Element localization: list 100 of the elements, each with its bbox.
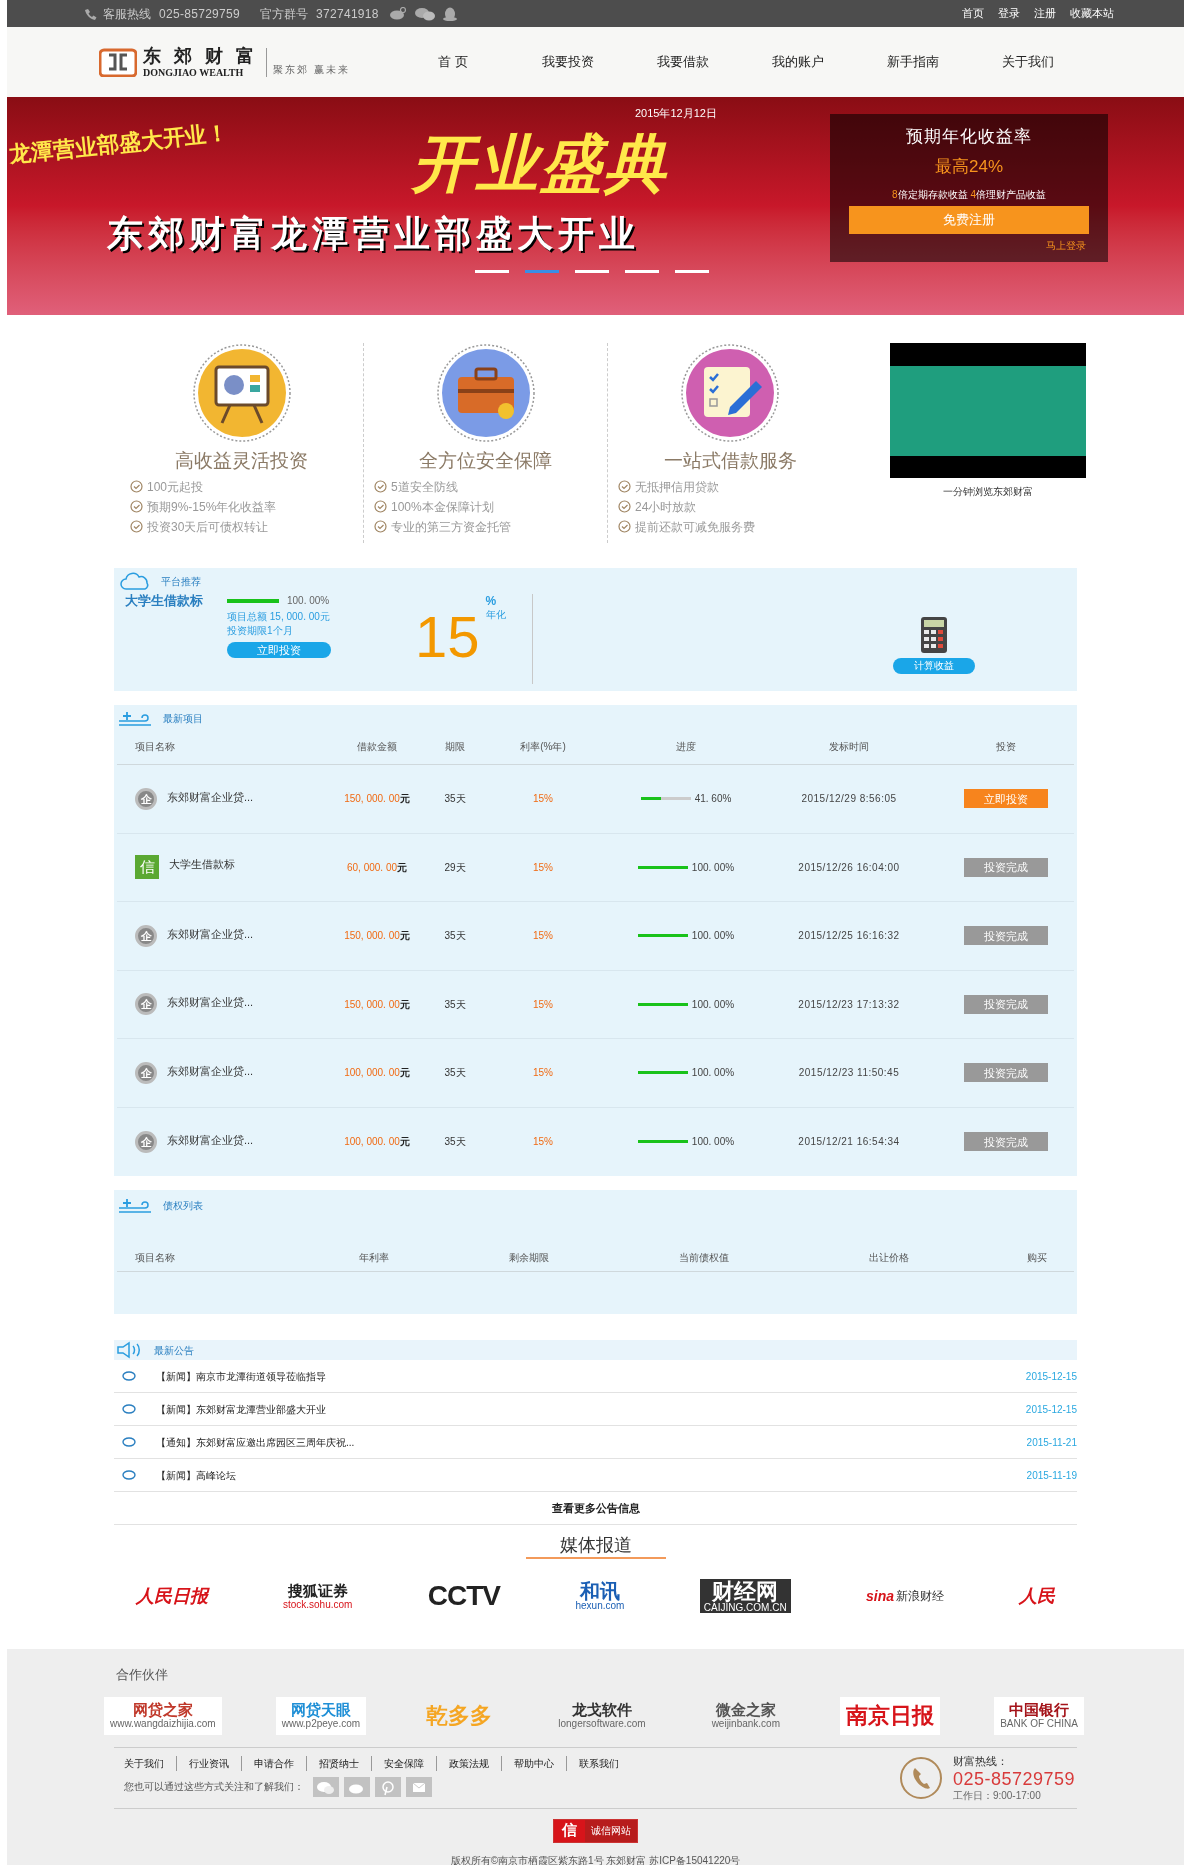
feature-item: 预期9%-15%年化收益率 [147, 498, 277, 516]
calculator-icon [919, 616, 948, 654]
ring-icon [122, 1404, 136, 1414]
ring-icon [122, 1437, 136, 1447]
footer-link[interactable]: 安全保障 [371, 1755, 436, 1771]
nav-link[interactable]: 我的账户 [740, 52, 856, 72]
loan-amount: 150, 000. 00元 [343, 929, 411, 944]
progress-text: 100. 00% [287, 594, 330, 608]
interest-rate: 15% [532, 929, 554, 944]
loan-amount: 150, 000. 00元 [343, 997, 411, 1012]
top-link[interactable]: 登录 [998, 5, 1020, 22]
feature-title: 全方位安全保障 [419, 449, 552, 473]
feature-item: 24小时放款 [635, 498, 697, 516]
video-thumbnail[interactable] [890, 343, 1086, 478]
notice-link[interactable]: 【新闻】南京市龙潭街道领导莅临指导 [156, 1368, 326, 1384]
nav-link[interactable]: 我要借款 [625, 52, 741, 72]
banner-title: 开业盛典 [412, 126, 668, 202]
loan-term: 29天 [443, 860, 467, 875]
loan-amount: 100, 000. 00元 [343, 1135, 411, 1150]
section-title: 债权列表 [163, 1198, 203, 1213]
feature-item: 无抵押信用贷款 [635, 478, 719, 496]
interest-rate: 15% [532, 1066, 554, 1081]
partner-logo[interactable]: 网贷之家 www.wangdaizhijia.com [104, 1696, 222, 1735]
trust-badge[interactable]: 信 诚信网站 [553, 1818, 638, 1843]
publish-time: 2015/12/26 16:04:00 [797, 860, 901, 875]
footer-link[interactable]: 行业资讯 [176, 1755, 241, 1771]
feature-item: 投资30天后可债权转让 [147, 518, 269, 536]
column-header: 发标时间 [828, 740, 870, 754]
enterprise-badge: 企 [135, 924, 157, 947]
footer-link[interactable]: 申请合作 [241, 1755, 306, 1771]
copyright-text: 版权所有©南京市栖霞区紫东路1号 东郊财富 苏ICP备15041220号 [450, 1853, 741, 1865]
check-circle-icon [130, 480, 143, 493]
logo-text: 微金之家 [715, 1702, 776, 1717]
loan-title: 大学生借款标 [124, 594, 204, 610]
percent-sign: % [485, 594, 498, 608]
logo-url: weijinbank.com [711, 1719, 780, 1729]
weibo-icon [344, 1776, 370, 1797]
partner-logo[interactable]: 网贷天眼 www.p2peye.com [275, 1696, 367, 1735]
phone-icon [85, 7, 97, 20]
partners-title: 合作伙伴 [115, 1666, 169, 1684]
badge-text: 诚信网站 [585, 1819, 637, 1842]
footer-link[interactable]: 联系我们 [566, 1755, 631, 1771]
nav-link[interactable]: 新手指南 [855, 52, 971, 72]
more-notices-link[interactable]: 查看更多公告信息 [551, 1499, 640, 1517]
notice-date: 2015-12-15 [1025, 1369, 1077, 1384]
column-header: 投资 [994, 740, 1017, 754]
logo-url: www.wangdaizhijia.com [110, 1719, 216, 1729]
interest-rate: 15% [532, 997, 554, 1012]
logo-url: longersoftware.com [558, 1719, 646, 1729]
column-header: 借款金额 [356, 740, 398, 754]
check-circle-icon [374, 520, 387, 533]
enterprise-badge: 企 [135, 787, 157, 810]
progress-text: 41. 60% [694, 792, 732, 807]
enterprise-badge: 企 [135, 1130, 157, 1153]
progress-text: 100. 00% [691, 929, 735, 944]
check-circle-icon [130, 500, 143, 513]
briefcase-icon [435, 343, 536, 443]
feature-item: 专业的第三方资金托管 [391, 518, 511, 536]
logo-url: hexun.com [575, 1601, 625, 1611]
column-header: 项目名称 [134, 1251, 176, 1265]
working-hours: 工作日：9:00-17:00 [952, 1790, 1042, 1801]
interest-rate: 15% [532, 792, 554, 807]
progress-text: 100. 00% [691, 860, 735, 875]
top-link[interactable]: 收藏本站 [1070, 5, 1114, 22]
notice-link[interactable]: 【新闻】高峰论坛 [156, 1467, 236, 1483]
top-link[interactable]: 首页 [962, 5, 984, 22]
enterprise-badge: 企 [135, 993, 157, 1016]
logo-name: 东 郊 财 富 [143, 46, 258, 65]
badge-icon-text: 信 [554, 1819, 585, 1842]
notice-link[interactable]: 【通知】东郊财富应邀出席园区三周年庆祝... [156, 1434, 355, 1450]
column-header: 当前债权值 [678, 1251, 730, 1265]
total-amount: 项目总额 15, 000. 00元 [227, 610, 331, 624]
nav-link[interactable]: 首 页 [395, 52, 511, 72]
project-name: 东郊财富企业贷... [167, 1132, 255, 1148]
feature-item: 100%本金保障计划 [391, 498, 494, 516]
column-header: 出让价格 [868, 1251, 910, 1265]
footer-link[interactable]: 关于我们 [124, 1755, 176, 1771]
partner-logo[interactable]: 中国银行 BANK OF CHINA [994, 1696, 1084, 1735]
publish-time: 2015/12/23 17:13:32 [797, 997, 901, 1012]
logo-text: 财经网 [712, 1581, 779, 1603]
footer-link[interactable]: 招贤纳士 [306, 1755, 371, 1771]
panel-note: 8倍定期存款收益 4倍理财产品收益 [892, 188, 1046, 202]
loan-term: 35天 [443, 1135, 467, 1150]
project-name: 东郊财富企业贷... [167, 789, 255, 805]
partner-logo[interactable]: 南京日报 [840, 1696, 941, 1735]
nav-link[interactable]: 关于我们 [970, 52, 1086, 72]
nav-link[interactable]: 我要投资 [510, 52, 626, 72]
column-header: 期限 [444, 740, 466, 754]
hotline-label: 财富热线： [952, 1755, 1009, 1767]
top-link[interactable]: 注册 [1034, 5, 1056, 22]
logo-text: 南京日报 [846, 1704, 935, 1727]
logo-url: stock.sohu.com [282, 1599, 353, 1610]
footer-link[interactable]: 帮助中心 [501, 1755, 566, 1771]
logo-text: 搜狐证券 [287, 1582, 348, 1598]
logo-icon [99, 47, 137, 77]
project-name: 东郊财富企业贷... [167, 995, 255, 1011]
login-link[interactable]: 马上登录 [1046, 238, 1086, 253]
footer-link[interactable]: 政策法规 [436, 1755, 501, 1771]
notice-link[interactable]: 【新闻】东郊财富龙潭营业部盛大开业 [156, 1401, 326, 1417]
logo-text: 人民 [1019, 1587, 1056, 1605]
